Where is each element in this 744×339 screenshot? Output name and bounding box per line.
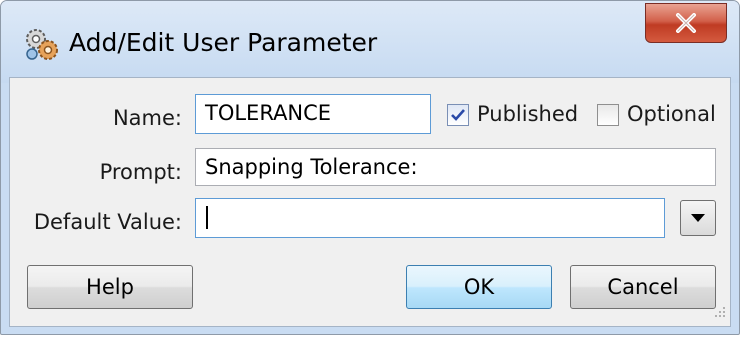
close-button[interactable] <box>645 3 727 43</box>
optional-checkbox[interactable] <box>597 104 619 126</box>
title-bar[interactable]: Add/Edit User Parameter <box>1 1 739 83</box>
ok-button[interactable]: OK <box>406 265 552 309</box>
default-value-input[interactable] <box>195 198 665 238</box>
text-caret <box>206 206 208 229</box>
dialog-window: Add/Edit User Parameter Name: TOLERANCE … <box>0 0 740 335</box>
window-title: Add/Edit User Parameter <box>69 28 378 57</box>
prompt-input[interactable]: Snapping Tolerance: <box>195 148 716 186</box>
optional-label: Optional <box>627 102 716 126</box>
default-value-label: Default Value: <box>33 210 182 234</box>
published-checkbox[interactable] <box>447 104 469 126</box>
prompt-value: Snapping Tolerance: <box>205 155 418 179</box>
prompt-label: Prompt: <box>99 160 182 184</box>
dialog-client-area: Name: TOLERANCE Published Optional Promp… <box>9 77 731 327</box>
default-value-dropdown-button[interactable] <box>680 200 716 236</box>
published-label: Published <box>477 102 579 126</box>
cancel-button[interactable]: Cancel <box>570 265 716 309</box>
name-input[interactable]: TOLERANCE <box>195 94 431 134</box>
gears-icon <box>23 25 61 63</box>
resize-grip-icon[interactable] <box>714 303 726 322</box>
name-label: Name: <box>112 106 182 130</box>
name-value: TOLERANCE <box>205 101 332 125</box>
help-button[interactable]: Help <box>27 265 193 309</box>
